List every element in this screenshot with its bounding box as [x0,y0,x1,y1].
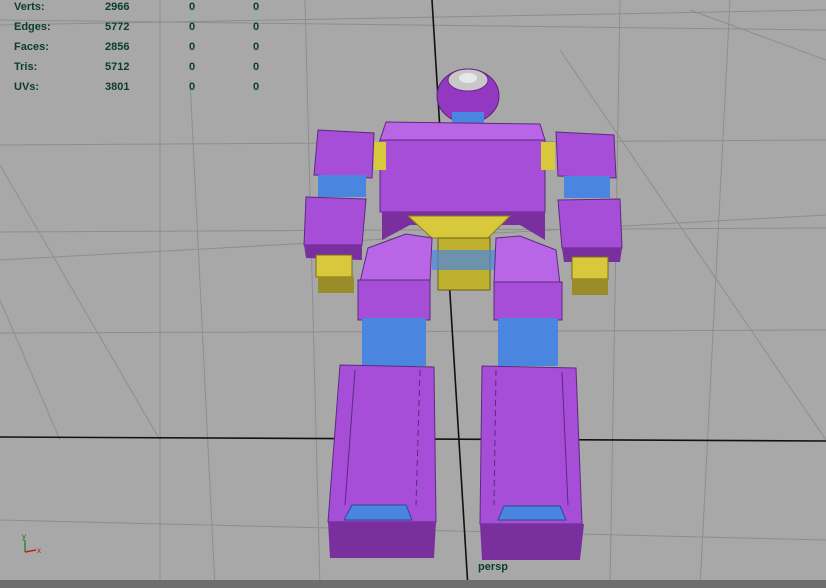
hud-value: 0 [189,81,196,93]
hud-value: 0 [189,61,196,73]
camera-name-label: persp [478,561,508,573]
axis-gizmo-x-label: x [37,546,41,555]
hud-value: 0 [253,1,260,13]
robot-model[interactable] [303,68,623,560]
axis-gizmo-y-label: y [22,532,26,541]
hud-value: 0 [189,21,196,33]
hud-label: Verts: [14,1,45,13]
hud-value: 0 [189,1,196,13]
viewport-bottom-border [0,580,826,588]
hud-value: 5772 [105,21,130,33]
hud-row-faces: Faces: 2856 0 0 [14,40,274,60]
hud-label: Tris: [14,61,38,73]
hud-label: UVs: [14,81,40,93]
hud-value: 0 [253,61,260,73]
hud-value: 0 [253,81,260,93]
hud-label: Edges: [14,21,51,33]
hud-row-tris: Tris: 5712 0 0 [14,60,274,80]
hud-value: 2856 [105,41,130,53]
robot-right-leg[interactable] [479,235,584,560]
axis-gizmo: y x [22,532,41,555]
hud-value: 3801 [105,81,130,93]
hud-value: 0 [253,21,260,33]
hud-row-edges: Edges: 5772 0 0 [14,20,274,40]
hud-row-uvs: UVs: 3801 0 0 [14,80,274,100]
hud-row-verts: Verts: 2966 0 0 [14,0,274,20]
hud-value: 0 [253,41,260,53]
hud-value: 5712 [105,61,130,73]
hud-value: 0 [189,41,196,53]
hud-value: 2966 [105,1,130,13]
poly-count-hud: Verts: 2966 0 0 Edges: 5772 0 0 Faces: 2… [14,0,274,100]
hud-label: Faces: [14,41,49,53]
